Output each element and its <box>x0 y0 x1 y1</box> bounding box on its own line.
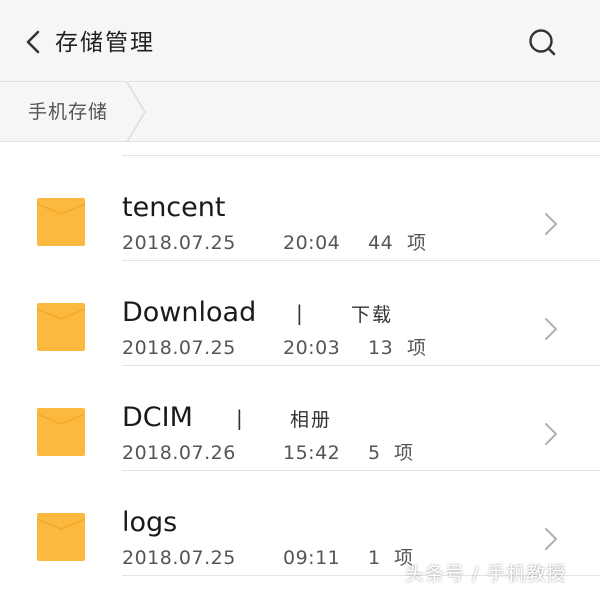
name-alias-separator: | <box>236 406 243 430</box>
folder-icon <box>37 198 85 246</box>
item-unit: 项 <box>394 442 414 464</box>
page-title: 存储管理 <box>55 30 155 56</box>
file-row-dcim[interactable]: DCIM | 相册 2018.07.26 15:42 5 项 <box>0 366 600 471</box>
chevron-right-icon <box>545 318 557 340</box>
file-date: 2018.07.25 <box>122 547 236 569</box>
file-time: 09:11 <box>283 547 341 569</box>
chevron-right-icon <box>545 213 557 235</box>
file-alias: 相册 <box>290 409 333 431</box>
file-date: 2018.07.25 <box>122 232 236 254</box>
file-time: 20:03 <box>283 337 341 359</box>
file-time: 20:04 <box>283 232 341 254</box>
folder-icon <box>37 513 85 561</box>
watermark: 头条号 / 手机教授 <box>405 563 567 585</box>
search-button[interactable] <box>522 22 562 62</box>
breadcrumb: 手机存储 <box>0 82 600 142</box>
name-alias-separator: | <box>296 301 303 325</box>
item-count: 5 <box>368 442 381 464</box>
search-icon <box>529 29 556 56</box>
item-unit: 项 <box>407 337 427 359</box>
file-time: 15:42 <box>283 442 341 464</box>
top-app-bar: 存储管理 <box>0 0 600 82</box>
item-unit: 项 <box>407 232 427 254</box>
chevron-right-icon <box>545 423 557 445</box>
file-name: logs <box>122 507 178 538</box>
file-date: 2018.07.25 <box>122 337 236 359</box>
item-count: 13 <box>368 337 394 359</box>
file-date: 2018.07.26 <box>122 442 236 464</box>
file-alias: 下载 <box>351 304 394 326</box>
breadcrumb-item-phone-storage[interactable]: 手机存储 <box>28 98 108 126</box>
file-row-download[interactable]: Download | 下载 2018.07.25 20:03 13 项 <box>0 261 600 366</box>
folder-icon <box>37 408 85 456</box>
item-count: 44 <box>368 232 394 254</box>
item-count: 1 <box>368 547 381 569</box>
file-name: Download <box>122 297 257 328</box>
chevron-left-icon <box>26 30 40 54</box>
chevron-right-icon <box>545 528 557 550</box>
breadcrumb-separator-icon <box>126 82 146 142</box>
back-button[interactable] <box>14 22 54 62</box>
file-name: DCIM <box>122 402 193 433</box>
file-row-tencent[interactable]: tencent 2018.07.25 20:04 44 项 <box>0 156 600 261</box>
folder-icon <box>37 303 85 351</box>
file-name: tencent <box>122 192 226 223</box>
